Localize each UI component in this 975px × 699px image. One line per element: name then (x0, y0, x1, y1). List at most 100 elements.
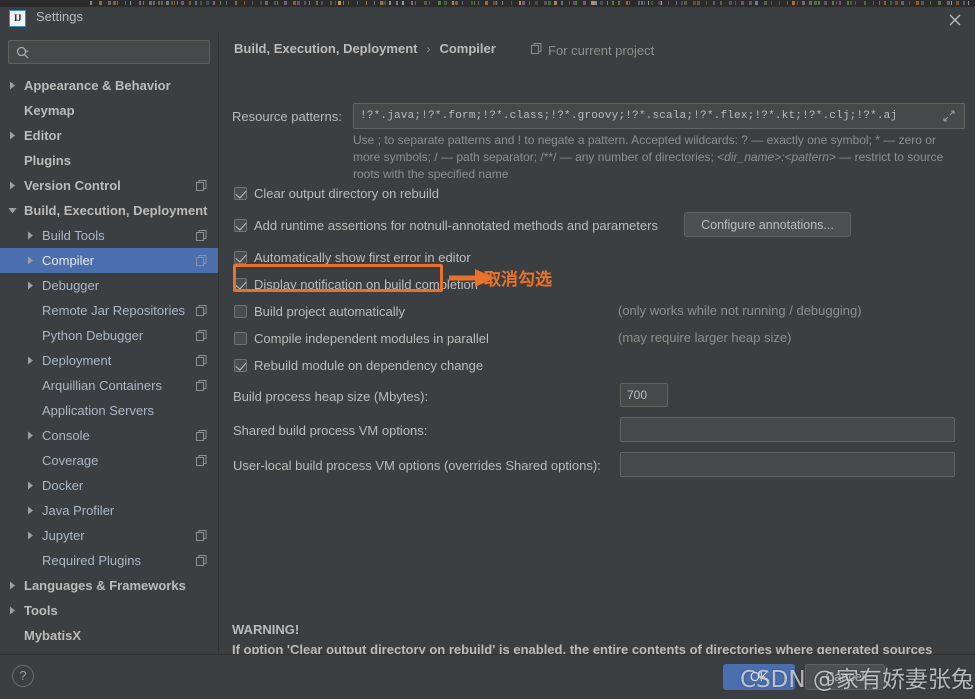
sidebar-item-mybatisx[interactable]: MybatisX (0, 623, 218, 648)
sidebar-item-label: Required Plugins (42, 553, 142, 568)
note-only-works-while-not-running: (only works while not running / debuggin… (618, 303, 862, 318)
compiler-settings-panel: Build, Execution, Deployment › Compiler … (220, 33, 975, 677)
chevron-right-icon[interactable] (6, 604, 19, 617)
intellij-logo-icon: IJ (9, 10, 26, 27)
sidebar-item-label: Arquillian Containers (42, 378, 162, 393)
checkbox-label: Clear output directory on rebuild (254, 186, 439, 201)
chevron-right-icon[interactable] (24, 279, 37, 292)
project-scope-icon (195, 329, 208, 342)
sidebar-item-label: Console (42, 428, 90, 443)
sidebar-item-remote-jar-repositories[interactable]: Remote Jar Repositories (0, 298, 218, 323)
user-local-vm-options-input[interactable] (620, 452, 955, 477)
sidebar-item-console[interactable]: Console (0, 423, 218, 448)
sidebar-item-version-control[interactable]: Version Control (0, 173, 218, 198)
sidebar-item-arquillian-containers[interactable]: Arquillian Containers (0, 373, 218, 398)
breadcrumb-root[interactable]: Build, Execution, Deployment (234, 41, 417, 56)
sidebar-item-plugins[interactable]: Plugins (0, 148, 218, 173)
sidebar-item-build-tools[interactable]: Build Tools (0, 223, 218, 248)
project-scope-icon (195, 529, 208, 542)
settings-tree: Appearance & Behavior Keymap Editor Plugins… (0, 73, 218, 651)
hint-line-3: roots with the specified name (353, 167, 509, 181)
chevron-right-icon[interactable] (24, 504, 37, 517)
sidebar-item-label: Java Profiler (42, 503, 115, 518)
sidebar-item-label: Plugins (24, 153, 71, 168)
resource-patterns-label: Resource patterns: (232, 109, 342, 124)
sidebar-item-coverage[interactable]: Coverage (0, 448, 218, 473)
sidebar-item-label: MybatisX (24, 628, 82, 643)
checkbox-compile-independent-modules[interactable]: Compile independent modules in parallel (234, 331, 489, 346)
sidebar-item-label: Remote Jar Repositories (42, 303, 186, 318)
checkbox-box (234, 251, 247, 264)
chevron-right-icon[interactable] (24, 354, 37, 367)
sidebar-item-tools[interactable]: Tools (0, 598, 218, 623)
warning-title: WARNING! (232, 622, 300, 637)
chevron-right-icon[interactable] (24, 529, 37, 542)
checkbox-build-project-automatically[interactable]: Build project automatically (234, 304, 405, 319)
checkbox-auto-show-first-error[interactable]: Automatically show first error in editor (234, 250, 471, 265)
sidebar-item-deployment[interactable]: Deployment (0, 348, 218, 373)
chevron-down-icon[interactable] (6, 204, 19, 217)
search-input[interactable] (35, 43, 203, 62)
resource-patterns-input[interactable] (353, 103, 965, 129)
configure-annotations-button[interactable]: Configure annotations... (684, 212, 851, 237)
sidebar-item-label: Build Tools (42, 228, 105, 243)
sidebar-item-required-plugins[interactable]: Required Plugins (0, 548, 218, 573)
sidebar-item-label: Debugger (42, 278, 100, 293)
help-icon[interactable]: ? (12, 665, 34, 687)
checkbox-display-notification[interactable]: Display notification on build completion (234, 277, 478, 292)
project-scope-icon (195, 354, 208, 367)
sidebar-item-label: Docker (42, 478, 84, 493)
sidebar-item-keymap[interactable]: Keymap (0, 98, 218, 123)
sidebar-item-label: Tools (24, 603, 58, 618)
chevron-right-icon[interactable] (24, 429, 37, 442)
checkbox-label: Automatically show first error in editor (254, 250, 471, 265)
project-scope-icon (195, 429, 208, 442)
dialog-footer: ? OK Cancel (0, 654, 975, 699)
sidebar-item-label: Appearance & Behavior (24, 78, 171, 93)
sidebar-item-languages-frameworks[interactable]: Languages & Frameworks (0, 573, 218, 598)
checkbox-box (234, 219, 247, 232)
project-scope-icon (195, 254, 208, 267)
chevron-right-icon[interactable] (24, 479, 37, 492)
shared-vm-options-label: Shared build process VM options: (233, 423, 428, 438)
close-icon[interactable] (945, 10, 965, 30)
chevron-right-icon[interactable] (24, 229, 37, 242)
chevron-right-icon[interactable] (6, 79, 19, 92)
project-scope-label[interactable]: For current project (530, 42, 654, 58)
checkbox-label: Rebuild module on dependency change (254, 358, 484, 373)
sidebar-item-editor[interactable]: Editor (0, 123, 218, 148)
chevron-right-icon[interactable] (6, 579, 19, 592)
sidebar-item-build-execution-deployment[interactable]: Build, Execution, Deployment (0, 198, 218, 223)
checkbox-label: Build project automatically (254, 304, 406, 319)
sidebar-item-application-servers[interactable]: Application Servers (0, 398, 218, 423)
sidebar-item-jupyter[interactable]: Jupyter (0, 523, 218, 548)
settings-search-box[interactable] (8, 40, 210, 64)
sidebar-item-java-profiler[interactable]: Java Profiler (0, 498, 218, 523)
sidebar-item-python-debugger[interactable]: Python Debugger (0, 323, 218, 348)
expand-icon[interactable] (942, 109, 956, 123)
sidebar-item-label: Build, Execution, Deployment (24, 203, 208, 218)
ok-button[interactable]: OK (723, 664, 795, 690)
project-scope-icon (195, 554, 208, 567)
heap-size-input[interactable] (620, 383, 668, 407)
checkbox-add-runtime-assertions[interactable]: Add runtime assertions for notnull-annot… (234, 218, 658, 233)
settings-sidebar: Appearance & Behavior Keymap Editor Plugins… (0, 33, 219, 654)
sidebar-item-debugger[interactable]: Debugger (0, 273, 218, 298)
checkbox-box (234, 359, 247, 372)
chevron-right-icon[interactable] (6, 129, 19, 142)
cancel-button[interactable]: Cancel (805, 664, 885, 690)
breadcrumb-leaf: Compiler (439, 41, 496, 56)
sidebar-item-compiler[interactable]: Compiler (0, 248, 218, 273)
hint-line-2b: — restrict to source (839, 150, 944, 164)
chevron-right-icon[interactable] (24, 254, 37, 267)
shared-vm-options-input[interactable] (620, 417, 955, 442)
project-scope-icon (195, 229, 208, 242)
chevron-right-icon[interactable] (6, 179, 19, 192)
sidebar-item-appearance-behavior[interactable]: Appearance & Behavior (0, 73, 218, 98)
checkbox-label: Compile independent modules in parallel (254, 331, 489, 346)
resource-patterns-hint: Use ; to separate patterns and ! to nega… (353, 132, 965, 183)
note-may-require-larger-heap: (may require larger heap size) (618, 330, 792, 345)
sidebar-item-docker[interactable]: Docker (0, 473, 218, 498)
checkbox-clear-output-directory[interactable]: Clear output directory on rebuild (234, 186, 439, 201)
checkbox-rebuild-module-on-dependency-change[interactable]: Rebuild module on dependency change (234, 358, 483, 373)
